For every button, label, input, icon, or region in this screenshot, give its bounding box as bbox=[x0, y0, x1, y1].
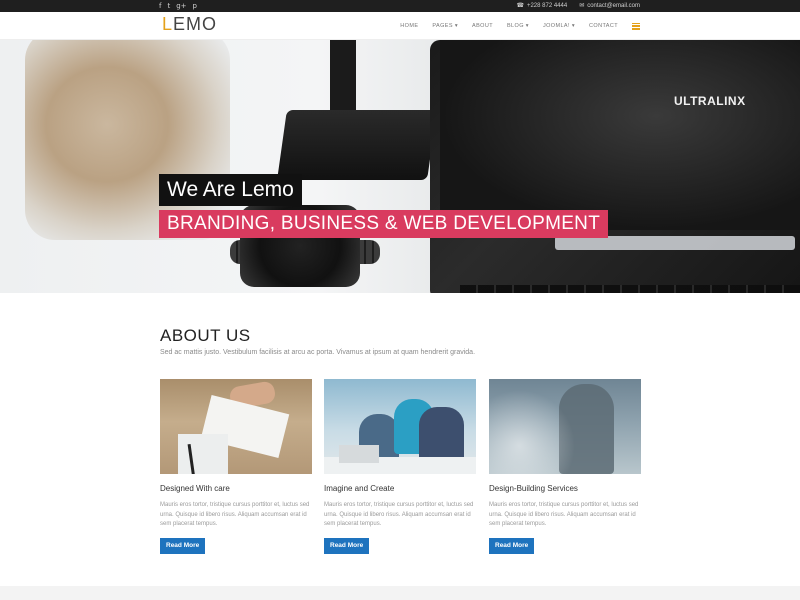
feature-card-2: Imagine and Create Mauris eros tortor, t… bbox=[324, 379, 476, 554]
email-text[interactable]: contact@email.com bbox=[587, 1, 640, 11]
card-text: Mauris eros tortor, tristique cursus por… bbox=[489, 502, 639, 527]
card-title: Imagine and Create bbox=[324, 484, 395, 493]
facebook-icon[interactable]: f bbox=[159, 1, 161, 11]
top-bar: f t g+ p ☎ +228 872 4444 ✉ contact@email… bbox=[0, 0, 800, 12]
laptop-screen bbox=[440, 40, 800, 230]
phone-text: +228 872 4444 bbox=[526, 3, 568, 9]
card-image-team bbox=[324, 379, 476, 474]
feature-card-1: Designed With care Mauris eros tortor, t… bbox=[160, 379, 312, 554]
about-heading: ABOUT US bbox=[160, 326, 251, 345]
menu-item-pages[interactable]: PAGES ▾ bbox=[432, 23, 458, 29]
monitor-stand-image bbox=[330, 40, 356, 110]
keyboard-image bbox=[460, 285, 800, 293]
menu-item-blog[interactable]: BLOG ▾ bbox=[507, 23, 529, 29]
logo-text: EMO bbox=[173, 14, 218, 34]
card-title: Designed With care bbox=[160, 484, 230, 493]
social-links: f t g+ p bbox=[159, 1, 197, 11]
hero-banner: ULTRALINX We Are Lemo BRANDING, BUSINESS… bbox=[0, 40, 800, 293]
card-image-tech bbox=[489, 379, 641, 474]
screen-brand-text: ULTRALINX bbox=[674, 94, 746, 108]
pinterest-icon[interactable]: p bbox=[193, 1, 197, 11]
hamburger-menu-icon[interactable] bbox=[632, 22, 640, 30]
main-navbar: LEMO HOME PAGES ▾ ABOUT BLOG ▾ JOOMLA! ▾… bbox=[0, 12, 800, 40]
menu-item-home[interactable]: HOME bbox=[400, 23, 418, 29]
laptop-dock bbox=[555, 236, 795, 250]
card-text: Mauris eros tortor, tristique cursus por… bbox=[160, 502, 310, 527]
monitor-base-image bbox=[277, 110, 437, 180]
contact-info: ☎ +228 872 4444 ✉ contact@email.com bbox=[516, 1, 640, 11]
menu-item-joomla[interactable]: JOOMLA! ▾ bbox=[543, 23, 575, 29]
phone-item: ☎ +228 872 4444 bbox=[516, 1, 567, 11]
read-more-button[interactable]: Read More bbox=[489, 537, 535, 554]
card-image-paperwork bbox=[160, 379, 312, 474]
twitter-icon[interactable]: t bbox=[167, 1, 170, 11]
phone-icon: ☎ bbox=[516, 2, 524, 9]
about-intro: Sed ac mattis justo. Vestibulum facilisi… bbox=[160, 349, 476, 356]
feature-card-3: Design-Building Services Mauris eros tor… bbox=[489, 379, 641, 554]
read-more-button[interactable]: Read More bbox=[324, 537, 370, 554]
hero-subtitle: BRANDING, BUSINESS & WEB DEVELOPMENT bbox=[159, 210, 609, 238]
card-text: Mauris eros tortor, tristique cursus por… bbox=[324, 502, 474, 527]
main-menu: HOME PAGES ▾ ABOUT BLOG ▾ JOOMLA! ▾ CONT… bbox=[400, 12, 640, 40]
google-plus-icon[interactable]: g+ bbox=[176, 1, 186, 11]
card-title: Design-Building Services bbox=[489, 484, 578, 493]
menu-item-about[interactable]: ABOUT bbox=[472, 23, 493, 29]
envelope-icon: ✉ bbox=[579, 2, 585, 9]
next-section-edge bbox=[0, 586, 800, 600]
site-logo[interactable]: LEMO bbox=[162, 14, 217, 35]
hero-title: We Are Lemo bbox=[159, 174, 302, 206]
read-more-button[interactable]: Read More bbox=[160, 537, 206, 554]
email-item[interactable]: ✉ contact@email.com bbox=[579, 1, 640, 11]
logo-accent: L bbox=[162, 14, 174, 34]
menu-item-contact[interactable]: CONTACT bbox=[589, 23, 618, 29]
